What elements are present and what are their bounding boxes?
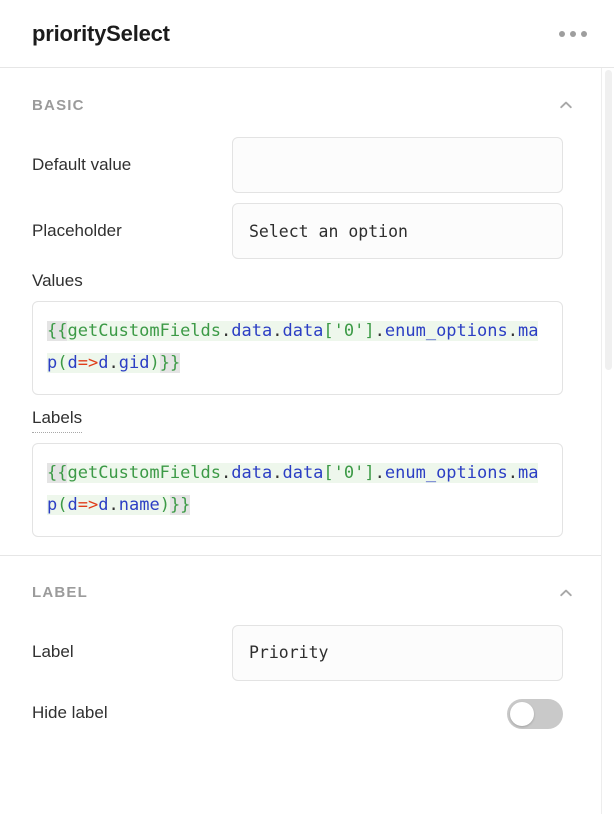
section-title-label: LABEL: [32, 584, 88, 601]
settings-content: BASIC Default value Placeholder Select a…: [0, 68, 614, 754]
scrollbar-thumb[interactable]: [605, 70, 612, 370]
field-label-default-value: Default value: [32, 154, 132, 174]
field-control-label: [232, 624, 563, 681]
field-label-label: Label: [32, 642, 74, 662]
values-code-text: {{getCustomFields.data.data['0'].enum_op…: [47, 321, 539, 374]
vertical-scrollbar[interactable]: [601, 68, 614, 814]
chevron-up-icon[interactable]: [555, 582, 577, 604]
field-label-values: Values: [32, 271, 83, 290]
page-title: prioritySelect: [32, 20, 170, 46]
chevron-up-icon[interactable]: [555, 94, 577, 116]
kebab-dot: [570, 30, 576, 37]
section-title-basic: BASIC: [32, 96, 85, 114]
field-label-labels[interactable]: Labels: [32, 407, 83, 433]
field-row-placeholder: Placeholder: [0, 198, 601, 264]
values-code-editor[interactable]: {{getCustomFields.data.data['0'].enum_op…: [32, 301, 563, 396]
kebab-dot: [581, 30, 587, 37]
section-label: LABEL Label Hide label: [0, 554, 601, 754]
labels-code-editor[interactable]: {{getCustomFields.data.data['0'].enum_op…: [32, 442, 563, 537]
placeholder-input[interactable]: [232, 203, 563, 259]
panel-header: prioritySelect: [0, 0, 614, 68]
panel-scroll-body: BASIC Default value Placeholder Select a…: [0, 68, 614, 814]
toggle-knob: [510, 701, 534, 726]
field-row-label: Label: [0, 620, 601, 686]
kebab-dot: [559, 30, 565, 37]
component-settings-panel: prioritySelect BASIC Default value Place…: [0, 0, 614, 814]
field-values: Values {{getCustomFields.data.data['0'].…: [0, 264, 601, 401]
section-header-basic[interactable]: BASIC: [0, 68, 601, 132]
section-basic: BASIC Default value Placeholder Select a…: [0, 68, 601, 555]
label-input[interactable]: [232, 624, 563, 681]
section-header-label[interactable]: LABEL: [0, 556, 601, 620]
labels-code-text: {{getCustomFields.data.data['0'].enum_op…: [47, 462, 539, 515]
field-row-hide-label: Hide label: [0, 686, 601, 742]
field-label-placeholder: Placeholder: [32, 220, 122, 240]
field-control-placeholder: [232, 203, 563, 259]
field-control-default-value: [232, 137, 563, 193]
field-label-hide-label: Hide label: [32, 703, 108, 723]
kebab-menu-icon[interactable]: [556, 19, 590, 49]
default-value-input[interactable]: [232, 137, 563, 193]
field-labels: Labels {{getCustomFields.data.data['0'].…: [0, 401, 601, 542]
field-row-default-value: Default value: [0, 132, 601, 198]
hide-label-toggle[interactable]: [507, 698, 563, 729]
